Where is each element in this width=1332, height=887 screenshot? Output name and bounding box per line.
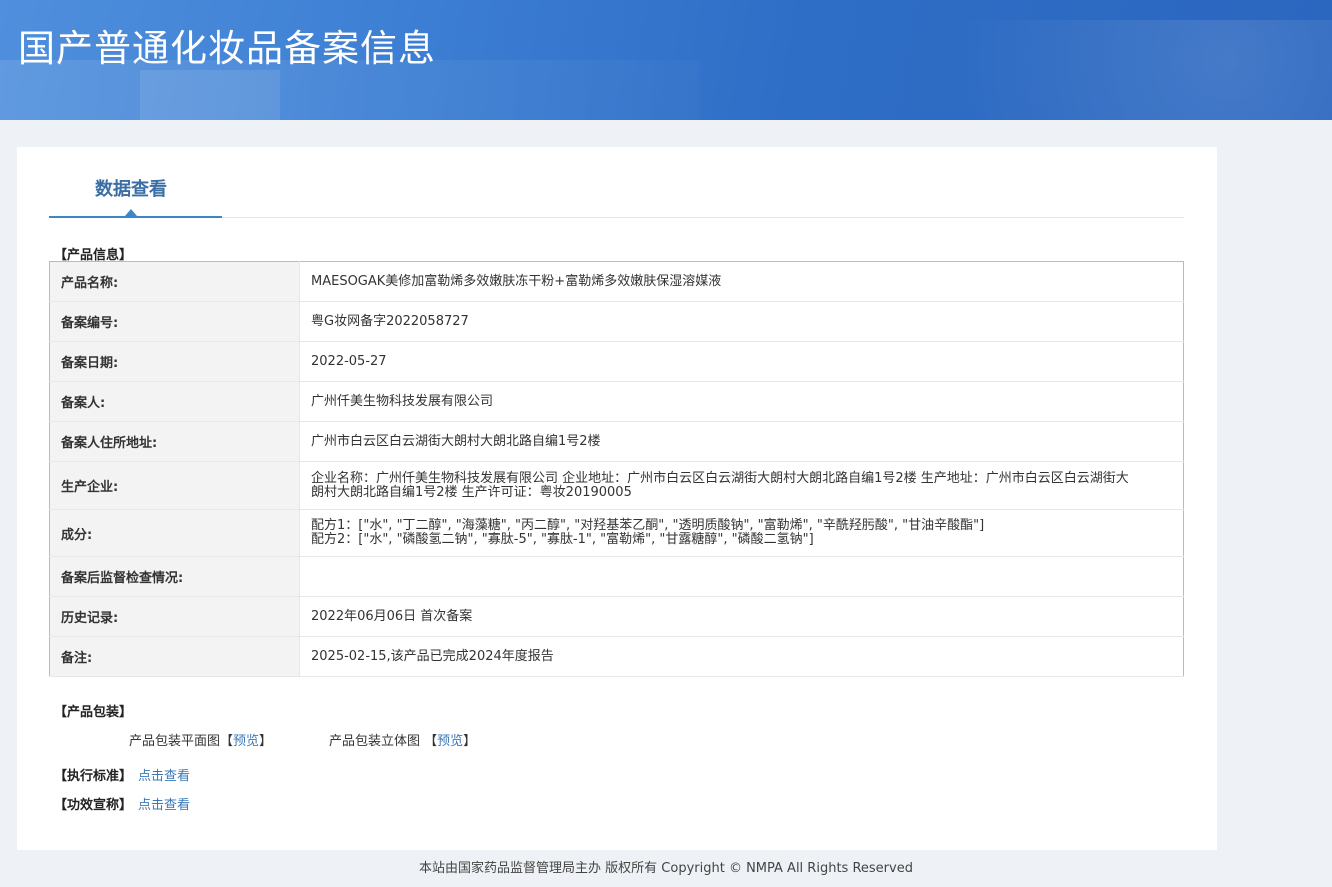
row-label: 备案后监督检查情况: xyxy=(49,556,300,597)
header-decoration xyxy=(780,20,1332,120)
packaging-flat: 产品包装平面图【预览】 xyxy=(129,734,273,749)
formula-1-line: 配方1：["水", "丁二醇", "海藻糖", "丙二醇", "对羟基苯乙酮",… xyxy=(311,518,985,533)
section-title-packaging: 【产品包装】 xyxy=(54,705,133,720)
row-value: MAESOGAK美修加富勒烯多效嫩肤冻干粉+富勒烯多效嫩肤保湿溶媒液 xyxy=(299,261,1184,302)
table-row: 备案人: 广州仟美生物科技发展有限公司 xyxy=(49,381,1184,422)
row-label: 成分: xyxy=(49,509,300,557)
row-value: 广州仟美生物科技发展有限公司 xyxy=(299,381,1184,422)
table-row: 产品名称: MAESOGAK美修加富勒烯多效嫩肤冻干粉+富勒烯多效嫩肤保湿溶媒液 xyxy=(49,261,1184,302)
table-row: 备案人住所地址: 广州市白云区白云湖街大朗村大朗北路自编1号2楼 xyxy=(49,421,1184,462)
section-title-efficacy: 【功效宣称】 xyxy=(54,798,133,813)
efficacy-view-link[interactable]: 点击查看 xyxy=(138,794,190,813)
row-label: 备案编号: xyxy=(49,301,300,342)
preview-solid-link[interactable]: 预览 xyxy=(437,734,463,749)
row-value: 2025-02-15,该产品已完成2024年度报告 xyxy=(299,636,1184,677)
footer-copyright: 本站由国家药品监督管理局主办 版权所有 Copyright © NMPA All… xyxy=(419,861,913,876)
preview-flat-link[interactable]: 预览 xyxy=(233,734,259,749)
row-value: 2022-05-27 xyxy=(299,341,1184,382)
row-value: 企业名称：广州仟美生物科技发展有限公司 企业地址：广州市白云区白云湖街大朗村大朗… xyxy=(299,461,1184,510)
tab-bar: 数据查看 xyxy=(49,147,1184,218)
tab-label: 数据查看 xyxy=(95,179,167,200)
table-row: 备案编号: 粤G妆网备字2022058727 xyxy=(49,301,1184,342)
table-row: 历史记录: 2022年06月06日 首次备案 xyxy=(49,596,1184,637)
header-decoration xyxy=(140,70,280,120)
section-title-standard: 【执行标准】 xyxy=(54,769,133,784)
row-label: 备案人: xyxy=(49,381,300,422)
row-value xyxy=(299,556,1184,597)
standard-view-link[interactable]: 点击查看 xyxy=(138,765,190,784)
row-label: 备案人住所地址: xyxy=(49,421,300,462)
row-value: 2022年06月06日 首次备案 xyxy=(299,596,1184,637)
table-row: 生产企业: 企业名称：广州仟美生物科技发展有限公司 企业地址：广州市白云区白云湖… xyxy=(49,461,1184,510)
row-value: 广州市白云区白云湖街大朗村大朗北路自编1号2楼 xyxy=(299,421,1184,462)
table-row: 备案日期: 2022-05-27 xyxy=(49,341,1184,382)
formula-2-line: 配方2：["水", "磷酸氢二钠", "寡肽-5", "寡肽-1", "富勒烯"… xyxy=(311,532,814,547)
page-title: 国产普通化妆品备案信息 xyxy=(18,27,436,70)
row-label: 产品名称: xyxy=(49,261,300,302)
tab-data-view[interactable]: 数据查看 xyxy=(49,147,222,218)
table-row: 备案后监督检查情况: xyxy=(49,556,1184,597)
row-label: 生产企业: xyxy=(49,461,300,510)
packaging-flat-label: 产品包装平面图 xyxy=(129,734,221,749)
product-info-table: 产品名称: MAESOGAK美修加富勒烯多效嫩肤冻干粉+富勒烯多效嫩肤保湿溶媒液… xyxy=(49,261,1184,677)
caret-up-icon xyxy=(125,209,137,216)
row-value-ingredients: 配方1：["水", "丁二醇", "海藻糖", "丙二醇", "对羟基苯乙酮",… xyxy=(299,509,1184,557)
content-card: 数据查看 【产品信息】 产品名称: MAESOGAK美修加富勒烯多效嫩肤冻干粉+… xyxy=(17,147,1217,850)
row-label: 备案日期: xyxy=(49,341,300,382)
page-header: 国产普通化妆品备案信息 xyxy=(0,0,1332,120)
table-row: 备注: 2025-02-15,该产品已完成2024年度报告 xyxy=(49,636,1184,677)
row-value: 粤G妆网备字2022058727 xyxy=(299,301,1184,342)
row-label: 历史记录: xyxy=(49,596,300,637)
packaging-solid: 产品包装立体图 【预览】 xyxy=(329,734,477,749)
table-row: 成分: 配方1：["水", "丁二醇", "海藻糖", "丙二醇", "对羟基苯… xyxy=(49,509,1184,557)
packaging-solid-label: 产品包装立体图 xyxy=(329,734,421,749)
row-label: 备注: xyxy=(49,636,300,677)
